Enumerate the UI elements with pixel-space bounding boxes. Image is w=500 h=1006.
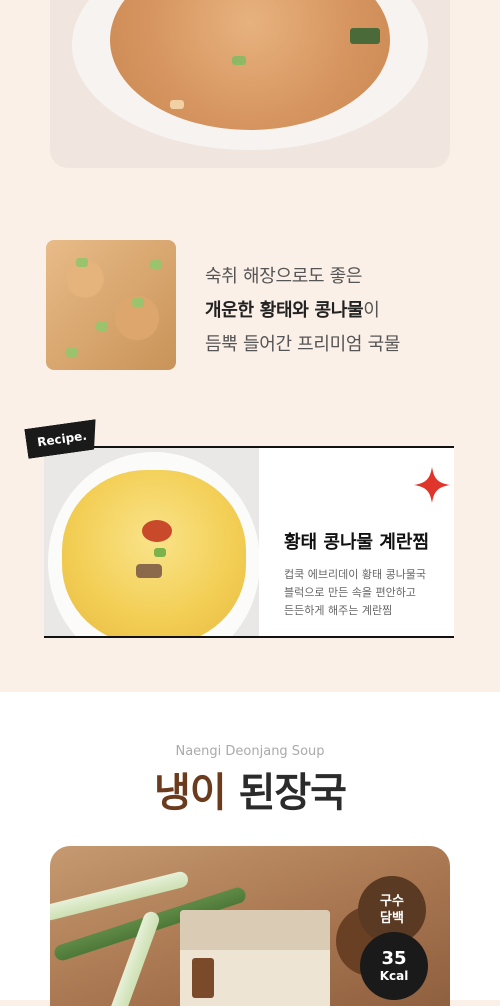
section-subtitle: Naengi Deonjang Soup <box>175 744 325 759</box>
bean-sprout-piece <box>170 100 184 109</box>
soup-block-image <box>46 240 176 370</box>
sparkle-icon <box>414 467 450 503</box>
product-box-lid <box>180 910 330 950</box>
chili-garnish <box>142 520 172 542</box>
description-highlight: 개운한 황태와 콩나물 <box>205 300 364 321</box>
description-line-2-rest: 이 <box>363 300 380 321</box>
section-title-accent: 냉이 <box>154 770 227 816</box>
card-bottom-rule <box>44 636 454 638</box>
steamed-egg-photo <box>44 448 259 636</box>
description-line-3: 듬뿍 들어간 프리미엄 국물 <box>205 334 401 355</box>
calorie-unit: Kcal <box>379 969 409 983</box>
section-title: 냉이 된장국 <box>0 760 500 818</box>
calorie-value: 35 <box>381 948 407 969</box>
recipe-text-line-2: 블럭으로 만든 속을 편안하고 <box>284 586 416 599</box>
scallion-piece <box>76 258 88 267</box>
pollock-garnish <box>136 564 162 578</box>
soup-bowl-photo <box>50 0 450 168</box>
section-title-rest: 된장국 <box>238 770 347 816</box>
storage-label <box>192 958 214 998</box>
scallion-piece <box>232 56 246 65</box>
seaweed-piece <box>350 28 380 44</box>
recipe-title: 황태 콩나물 계란찜 <box>284 532 430 553</box>
recipe-text-line-3: 든든하게 해주는 계란찜 <box>284 604 393 617</box>
scallion-garnish <box>154 548 166 557</box>
recipe-text-line-1: 컵쿡 에브리데이 황태 콩나물국 <box>284 568 427 581</box>
calorie-badge: 35 Kcal <box>360 932 428 1000</box>
scallion-piece <box>66 348 78 357</box>
scallion-piece <box>150 260 162 269</box>
description-line-1: 숙취 해장으로도 좋은 <box>205 266 363 287</box>
taste-badge-line-1: 구수 <box>380 894 404 909</box>
scallion-piece <box>96 322 108 331</box>
taste-badge-line-2: 담백 <box>380 911 404 926</box>
description-line-2: 개운한 황태와 콩나물이 <box>205 296 380 322</box>
scallion-piece <box>132 298 144 307</box>
product-box <box>180 910 330 1006</box>
